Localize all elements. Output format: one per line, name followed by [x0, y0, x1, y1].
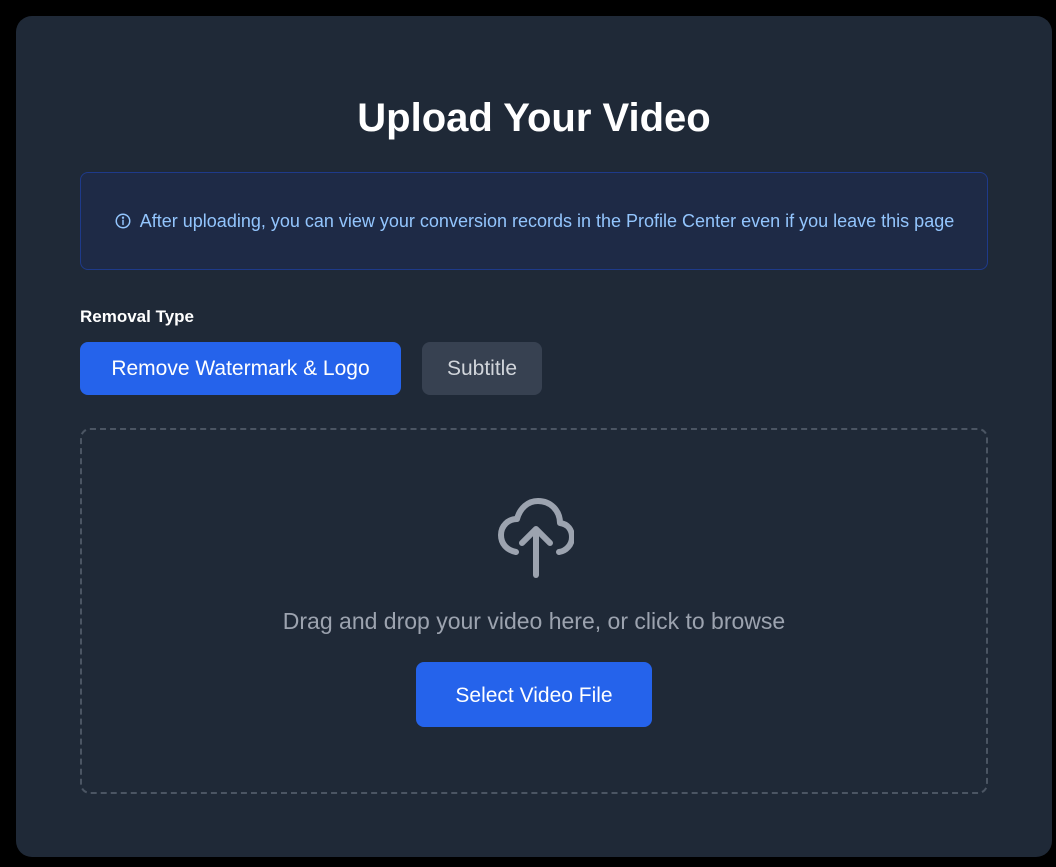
info-message: After uploading, you can view your conve…: [139, 210, 955, 231]
info-banner: After uploading, you can view your conve…: [80, 172, 988, 270]
info-banner-content: After uploading, you can view your conve…: [114, 208, 954, 235]
info-icon: [115, 213, 131, 228]
select-video-file-button[interactable]: Select Video File: [416, 662, 652, 727]
upload-card: Upload Your Video After uploading, you c…: [16, 16, 1052, 857]
page-title: Upload Your Video: [357, 96, 711, 140]
video-dropzone[interactable]: Drag and drop your video here, or click …: [80, 428, 988, 794]
cloud-upload-icon: [498, 498, 574, 578]
removal-type-label: Removal Type: [80, 307, 195, 326]
subtitle-button[interactable]: Subtitle: [422, 342, 542, 395]
dropzone-instructions: Drag and drop your video here, or click …: [282, 608, 786, 634]
remove-watermark-logo-button[interactable]: Remove Watermark & Logo: [80, 342, 401, 395]
